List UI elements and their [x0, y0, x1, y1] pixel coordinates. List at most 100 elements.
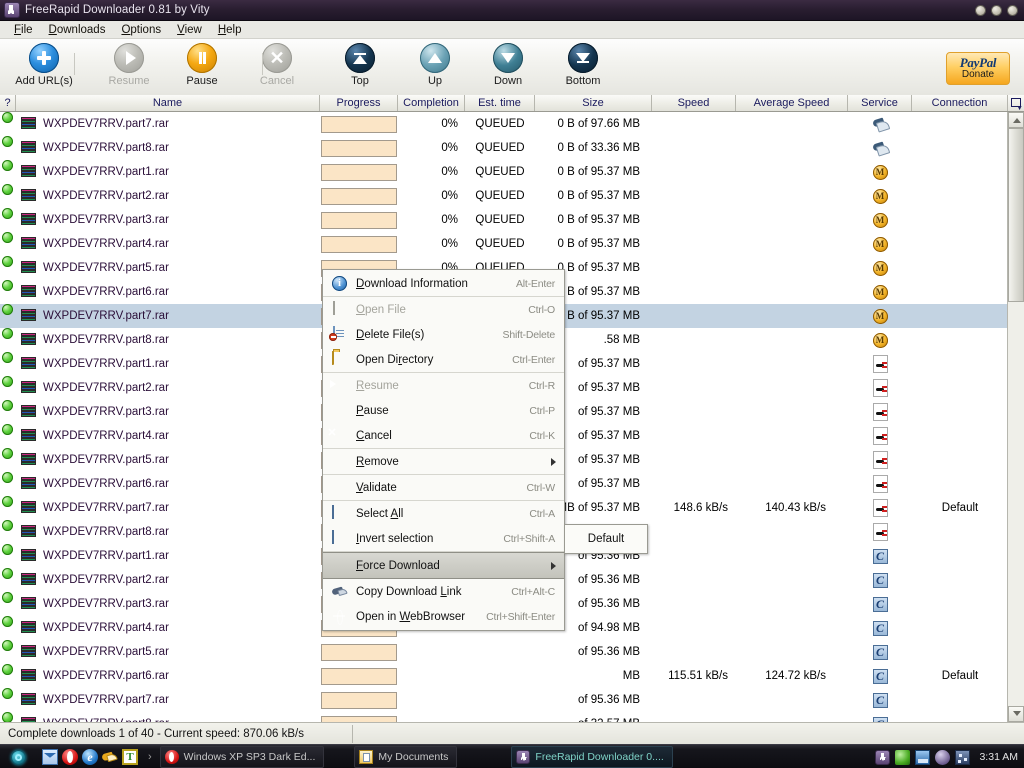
- shoe-icon[interactable]: [102, 749, 118, 765]
- add-urls-button[interactable]: Add URL(s): [6, 43, 82, 93]
- menu-item-delete-file-s[interactable]: Delete File(s) Shift-Delete: [323, 322, 564, 347]
- taskbar-item-windows-xp[interactable]: Windows XP SP3 Dark Ed...: [159, 746, 325, 768]
- menu-item-copy-download-link[interactable]: Copy Download Link Ctrl+Alt-C: [323, 579, 564, 604]
- menu-item-label: Copy Download Link: [356, 585, 462, 598]
- delete-file-icon: [329, 325, 351, 343]
- menu-item-pause[interactable]: Pause Ctrl-P: [323, 398, 564, 423]
- cell-service: M: [848, 328, 912, 352]
- column-header-average-speed[interactable]: Average Speed: [736, 95, 848, 111]
- menu-item-open-file[interactable]: Open File Ctrl-O: [323, 297, 564, 322]
- menu-options[interactable]: Options: [113, 23, 169, 37]
- green-status-icon: [2, 208, 13, 219]
- submenu-item-default[interactable]: Default: [588, 533, 624, 545]
- menu-item-open-directory[interactable]: Open Directory Ctrl-Enter: [323, 347, 564, 373]
- cell-name: WXPDEV7RRV.part3.rar: [16, 400, 320, 424]
- start-button[interactable]: [2, 746, 34, 768]
- vertical-scrollbar[interactable]: [1007, 112, 1024, 722]
- screen-icon[interactable]: [955, 749, 971, 765]
- menu-item-download-information[interactable]: i Download Information Alt-Enter: [323, 271, 564, 297]
- green-shield-icon[interactable]: [895, 749, 911, 765]
- taskbar-item-my-documents[interactable]: My Documents: [354, 746, 458, 768]
- menu-item-invert-selection[interactable]: Invert selection Ctrl+Shift-A: [323, 526, 564, 552]
- scroll-up-button[interactable]: [1008, 112, 1024, 128]
- force-download-submenu[interactable]: Default: [564, 524, 648, 554]
- minimize-button[interactable]: [975, 5, 986, 16]
- table-row[interactable]: WXPDEV7RRV.part8.rar 0% QUEUED 0 B of 33.36…: [0, 136, 1008, 160]
- cell-completion: [398, 712, 465, 722]
- validate-icon: [329, 480, 351, 496]
- rar-archive-icon: [21, 669, 36, 683]
- clock[interactable]: 3:31 AM: [979, 751, 1018, 763]
- column-header-connection[interactable]: Connection: [912, 95, 1008, 111]
- table-row[interactable]: WXPDEV7RRV.part8.rar of 32.57 MB C: [0, 712, 1008, 722]
- menu-item-select-all[interactable]: Select All Ctrl-A: [323, 501, 564, 526]
- table-row[interactable]: WXPDEV7RRV.part3.rar 0% QUEUED 0 B of 95.37…: [0, 208, 1008, 232]
- menu-file[interactable]: File: [6, 23, 41, 37]
- download-icon[interactable]: [875, 749, 891, 765]
- window-controls[interactable]: [975, 5, 1018, 16]
- taskbar-item-freerapid[interactable]: FreeRapid Downloader 0....: [511, 746, 673, 768]
- move-down-button[interactable]: Down: [470, 43, 546, 93]
- menu-item-open-in-webbrowser[interactable]: Open in WebBrowser Ctrl+Shift-Enter: [323, 604, 564, 629]
- cell-connection: [912, 208, 1008, 232]
- paypal-donate-button[interactable]: PayPal Donate: [946, 52, 1010, 85]
- table-row[interactable]: WXPDEV7RRV.part5.rar of 95.36 MB C: [0, 640, 1008, 664]
- notepad-icon: [871, 523, 889, 541]
- column-header-completion[interactable]: Completion: [398, 95, 465, 111]
- column-header-size[interactable]: Size: [535, 95, 652, 111]
- menu-item-validate[interactable]: Validate Ctrl-W: [323, 475, 564, 501]
- menu-item-cancel[interactable]: ✕ Cancel Ctrl-K: [323, 423, 564, 449]
- quick-launch-overflow[interactable]: ›: [148, 751, 152, 763]
- cell-name: WXPDEV7RRV.part4.rar: [16, 616, 320, 640]
- network-icon[interactable]: [915, 749, 931, 765]
- menu-item-shortcut: Alt-Enter: [515, 277, 555, 290]
- volume-icon[interactable]: [935, 749, 951, 765]
- column-header-progress[interactable]: Progress: [320, 95, 398, 111]
- table-row[interactable]: WXPDEV7RRV.part7.rar of 95.36 MB C: [0, 688, 1008, 712]
- t-icon[interactable]: T: [122, 749, 138, 765]
- table-row[interactable]: WXPDEV7RRV.part1.rar 0% QUEUED 0 B of 95.37…: [0, 160, 1008, 184]
- menu-item-shortcut: Ctrl-A: [529, 507, 555, 520]
- move-up-button[interactable]: Up: [397, 43, 473, 93]
- table-row[interactable]: WXPDEV7RRV.part7.rar 0% QUEUED 0 B of 97.66…: [0, 112, 1008, 136]
- cell-speed: [652, 424, 736, 448]
- move-bottom-button[interactable]: Bottom: [545, 43, 621, 93]
- opera-icon[interactable]: [62, 749, 78, 765]
- table-row[interactable]: WXPDEV7RRV.part6.rar MB 115.51 kB/s 124.72 …: [0, 664, 1008, 688]
- move-top-button[interactable]: Top: [322, 43, 398, 93]
- cell-name: WXPDEV7RRV.part7.rar: [16, 112, 320, 136]
- menu-item-force-download[interactable]: Force Download: [323, 552, 564, 579]
- column-header-speed[interactable]: Speed: [652, 95, 736, 111]
- menu-downloads[interactable]: Downloads: [41, 23, 114, 37]
- menu-item-resume[interactable]: Resume Ctrl-R: [323, 373, 564, 398]
- column-header-est-time[interactable]: Est. time: [465, 95, 535, 111]
- column-header-service[interactable]: Service: [848, 95, 912, 111]
- status-indicator: [0, 472, 16, 496]
- mail-icon[interactable]: [42, 749, 58, 765]
- megaupload-icon: M: [871, 331, 889, 349]
- menu-item-remove[interactable]: Remove: [323, 449, 564, 475]
- cell-service: C: [848, 688, 912, 712]
- cancel-button[interactable]: ✕ Cancel: [239, 43, 315, 93]
- scrollbar-thumb[interactable]: [1008, 128, 1024, 302]
- column-header-[interactable]: ?: [0, 95, 16, 111]
- cell-progress: [320, 160, 398, 184]
- rapidshare-icon: C: [871, 571, 889, 589]
- maximize-button[interactable]: [991, 5, 1002, 16]
- cell-progress: [320, 640, 398, 664]
- pause-button[interactable]: Pause: [164, 43, 240, 93]
- close-button[interactable]: [1007, 5, 1018, 16]
- column-chooser-button[interactable]: [1007, 95, 1024, 112]
- green-status-icon: [2, 352, 13, 363]
- menu-help[interactable]: Help: [210, 23, 250, 37]
- rar-archive-icon: [21, 477, 36, 491]
- pause-circle-icon: [187, 43, 217, 73]
- cell-service: [848, 472, 912, 496]
- resume-button[interactable]: Resume: [91, 43, 167, 93]
- menu-view[interactable]: View: [169, 23, 210, 37]
- scroll-down-button[interactable]: [1008, 706, 1024, 722]
- table-row[interactable]: WXPDEV7RRV.part2.rar 0% QUEUED 0 B of 95.37…: [0, 184, 1008, 208]
- column-header-name[interactable]: Name: [16, 95, 320, 111]
- table-row[interactable]: WXPDEV7RRV.part4.rar 0% QUEUED 0 B of 95.37…: [0, 232, 1008, 256]
- internet-explorer-icon[interactable]: e: [82, 749, 98, 765]
